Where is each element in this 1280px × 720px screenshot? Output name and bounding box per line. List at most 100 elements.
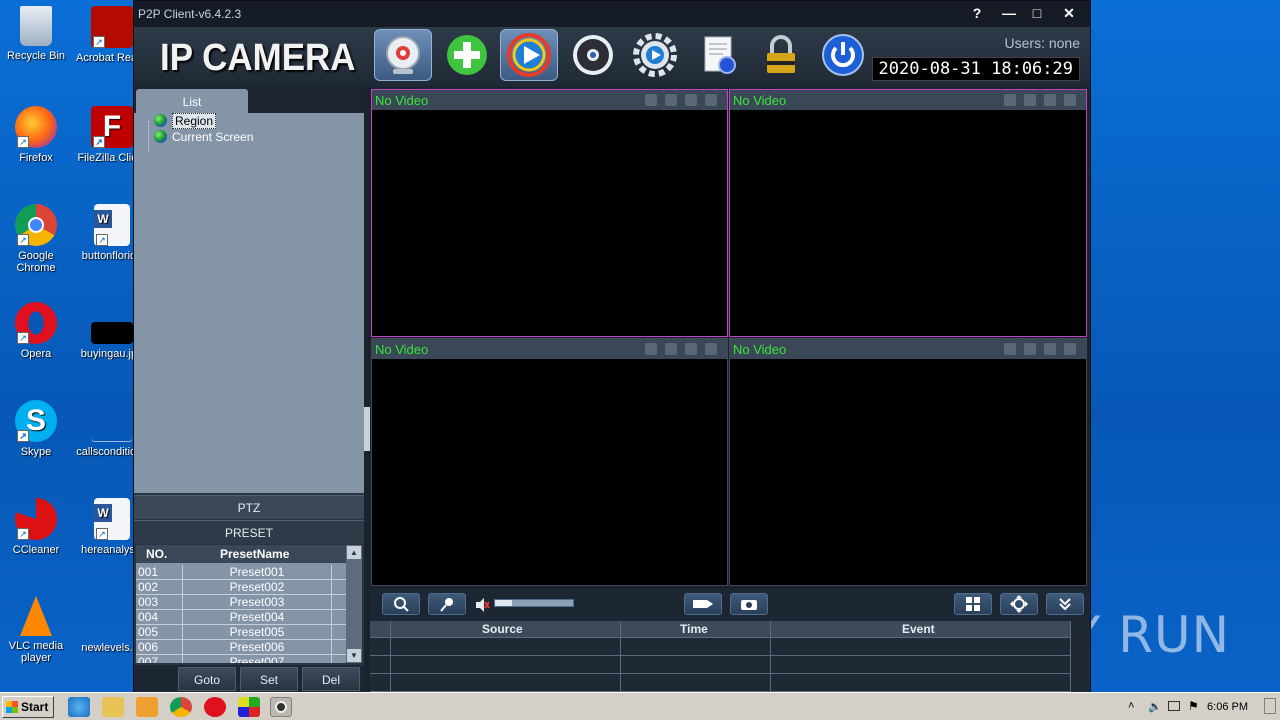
live-view-button[interactable] [374, 29, 432, 81]
volume-slider[interactable] [494, 599, 574, 607]
device-list-panel: List Region Current Screen PTZ PRESET NO… [134, 87, 364, 693]
ptz-section-header[interactable]: PTZ [134, 495, 364, 519]
close-button[interactable]: ✕ [1054, 3, 1084, 23]
add-device-button[interactable] [438, 29, 496, 81]
preset-section-header[interactable]: PRESET [134, 520, 364, 544]
speaker-icon[interactable] [665, 94, 677, 106]
p2p-client-taskbar-icon[interactable] [270, 697, 292, 717]
tree-item-region[interactable]: Region [154, 113, 217, 129]
desktop-icon-recycle-bin[interactable]: Recycle Bin [0, 6, 72, 62]
preset-table-header: NO. PresetName [136, 545, 346, 563]
document-icon [91, 596, 133, 638]
camera-snapshot-icon [741, 600, 757, 610]
collapse-button[interactable] [1046, 593, 1084, 615]
preset-row[interactable]: 004 Preset004 [136, 610, 346, 625]
video-status-label: No Video [375, 93, 429, 108]
video-cell-1[interactable]: No Video [371, 89, 728, 337]
goto-button[interactable]: Goto [178, 667, 236, 691]
video-record-icon [693, 600, 713, 608]
show-desktop-button[interactable] [1264, 698, 1276, 714]
microphone-icon[interactable] [1004, 343, 1016, 355]
help-button[interactable]: ? [962, 3, 992, 23]
video-cell-3[interactable]: No Video [371, 338, 728, 586]
settings-button[interactable] [626, 29, 684, 81]
p2p-client-window: P2P Client-v6.4.2.3 ? — □ ✕ IP CAMERA Us… [133, 0, 1091, 693]
preset-row[interactable]: 005 Preset005 [136, 625, 346, 640]
event-log-header: Source Time Event [370, 621, 1070, 637]
volume-mute-icon[interactable] [474, 597, 490, 613]
volume-tray-icon[interactable]: 🔈 [1148, 700, 1162, 713]
close-stream-icon[interactable] [1064, 343, 1076, 355]
close-stream-icon[interactable] [705, 343, 717, 355]
set-button[interactable]: Set [240, 667, 298, 691]
preset-table: NO. PresetName 001 Preset001 002 Preset002… [136, 545, 362, 663]
desktop-icon-chrome[interactable]: ↗ Google Chrome [0, 204, 72, 274]
microphone-icon [440, 598, 453, 612]
speaker-icon[interactable] [1024, 343, 1036, 355]
column-time[interactable]: Time [680, 622, 708, 636]
log-button[interactable] [690, 29, 748, 81]
action-center-flag-icon[interactable]: ⚑ [1188, 699, 1199, 713]
desktop-icon-opera[interactable]: ↗ Opera [0, 302, 72, 360]
chevron-double-down-icon [1059, 598, 1071, 611]
preset-scrollbar[interactable]: ▲ ▼ [346, 545, 362, 663]
preset-row[interactable]: 001 Preset001 [136, 565, 346, 580]
close-stream-icon[interactable] [705, 94, 717, 106]
desktop-icon-firefox[interactable]: ↗ Firefox [0, 106, 72, 164]
settings-gear-icon [633, 33, 677, 77]
microphone-icon[interactable] [645, 343, 657, 355]
preset-row[interactable]: 002 Preset002 [136, 580, 346, 595]
video-cell-2[interactable]: No Video [729, 89, 1087, 337]
scroll-up-icon[interactable]: ▲ [347, 546, 361, 559]
users-status: Users: none [1004, 35, 1080, 51]
opera-taskbar-icon[interactable] [204, 697, 226, 717]
clock[interactable]: 6:06 PM [1207, 701, 1248, 713]
layout-button[interactable] [954, 593, 992, 615]
tray-expand-icon[interactable]: ˄ [1128, 700, 1134, 712]
file-explorer-icon[interactable] [102, 697, 124, 717]
record-icon[interactable] [1044, 343, 1056, 355]
start-button[interactable]: Start [2, 696, 54, 718]
talk-button[interactable] [428, 593, 466, 615]
column-event[interactable]: Event [902, 622, 935, 636]
close-stream-icon[interactable] [1064, 94, 1076, 106]
snapshot-button[interactable] [730, 593, 768, 615]
desktop-icon-ccleaner[interactable]: ↗ CCleaner [0, 498, 72, 556]
media-player-icon[interactable] [136, 697, 158, 717]
preset-row[interactable]: 006 Preset006 [136, 640, 346, 655]
desktop-icon-vlc[interactable]: VLC media player [0, 596, 72, 664]
tab-list[interactable]: List [136, 89, 248, 113]
lock-button[interactable] [752, 29, 810, 81]
app-grid-icon[interactable] [238, 697, 260, 717]
ptz-control-button[interactable] [564, 29, 622, 81]
ptz-control-icon [573, 35, 613, 75]
tree-item-current-screen[interactable]: Current Screen [154, 129, 253, 145]
scroll-down-icon[interactable]: ▼ [347, 649, 361, 662]
power-button[interactable] [814, 29, 872, 81]
delete-button[interactable]: Del [302, 667, 360, 691]
chrome-taskbar-icon[interactable] [170, 697, 192, 717]
desktop-icon-skype[interactable]: S ↗ Skype [0, 400, 72, 458]
internet-explorer-icon[interactable] [68, 697, 90, 717]
playback-button[interactable] [500, 29, 558, 81]
record-icon[interactable] [685, 343, 697, 355]
record-icon[interactable] [1044, 94, 1056, 106]
microphone-icon[interactable] [645, 94, 657, 106]
fullscreen-button[interactable] [1000, 593, 1038, 615]
preset-row[interactable]: 003 Preset003 [136, 595, 346, 610]
record-button[interactable] [684, 593, 722, 615]
network-tray-icon[interactable] [1168, 701, 1180, 711]
video-cell-4[interactable]: No Video [729, 338, 1087, 586]
windows-logo-icon [6, 701, 18, 713]
video-status-label: No Video [733, 93, 787, 108]
speaker-icon[interactable] [1024, 94, 1036, 106]
speaker-icon[interactable] [665, 343, 677, 355]
maximize-button[interactable]: □ [1022, 3, 1052, 23]
zoom-button[interactable] [382, 593, 420, 615]
record-icon[interactable] [685, 94, 697, 106]
microphone-icon[interactable] [1004, 94, 1016, 106]
minimize-button[interactable]: — [994, 3, 1024, 23]
column-source[interactable]: Source [482, 622, 523, 636]
app-logo: IP CAMERA [160, 37, 356, 79]
preset-row[interactable]: 007 Preset007 [136, 655, 346, 663]
